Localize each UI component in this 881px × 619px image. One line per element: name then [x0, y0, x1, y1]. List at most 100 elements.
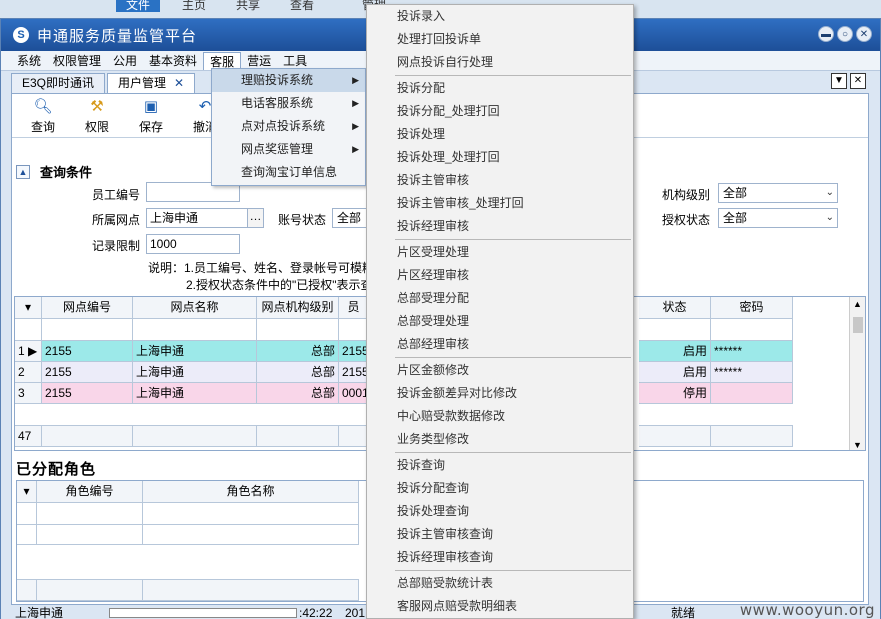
- scroll-down-icon[interactable]: ▼: [853, 440, 862, 450]
- filter-cell[interactable]: [339, 319, 369, 341]
- grid-corner[interactable]: ▾: [15, 297, 42, 319]
- submenu-item[interactable]: 投诉分配_处理打回: [367, 100, 633, 123]
- submenu-item[interactable]: 投诉主管审核_处理打回: [367, 192, 633, 215]
- cell-password[interactable]: ******: [711, 362, 793, 383]
- close-icon[interactable]: ✕: [856, 26, 872, 42]
- filter-cell[interactable]: [37, 503, 143, 525]
- cell-org-level[interactable]: 总部: [257, 362, 339, 383]
- submenu-item[interactable]: 总部赔受款统计表: [367, 572, 633, 595]
- menu-basic-data[interactable]: 基本资料: [143, 52, 203, 70]
- filter-cell[interactable]: [257, 319, 339, 341]
- maximize-icon[interactable]: ○: [837, 26, 853, 42]
- permission-button[interactable]: ⚒ 权限: [70, 94, 124, 138]
- submenu-item[interactable]: 总部受理处理: [367, 310, 633, 333]
- account-status-select[interactable]: 全部: [332, 208, 368, 228]
- cell-branch-name[interactable]: 上海申通: [133, 383, 257, 404]
- submenu-item[interactable]: 投诉处理: [367, 123, 633, 146]
- menu-tools[interactable]: 工具: [277, 52, 313, 70]
- save-button[interactable]: ▣ 保存: [124, 94, 178, 138]
- submenu-item[interactable]: 投诉录入: [367, 5, 633, 28]
- filter-cell[interactable]: [143, 503, 359, 525]
- menu-item-phone-service[interactable]: 电话客服系统 ▶: [212, 92, 365, 115]
- tab-e3q[interactable]: E3Q即时通讯: [11, 73, 106, 93]
- auth-status-select[interactable]: 全部 ⌄: [718, 208, 838, 228]
- menu-item-p2p-complaint[interactable]: 点对点投诉系统 ▶: [212, 115, 365, 138]
- cell-status[interactable]: 启用: [639, 341, 711, 362]
- submenu-item[interactable]: 投诉分配: [367, 77, 633, 100]
- submenu-item[interactable]: 业务类型修改: [367, 428, 633, 451]
- minimize-icon[interactable]: ▬: [818, 26, 834, 42]
- cell-password[interactable]: [711, 383, 793, 404]
- cell-employee[interactable]: 2155: [339, 362, 369, 383]
- col-password[interactable]: 密码: [711, 297, 793, 319]
- col-branch-name[interactable]: 网点名称: [133, 297, 257, 319]
- submenu-item[interactable]: 总部经理审核: [367, 333, 633, 356]
- row-indicator[interactable]: 3: [15, 383, 42, 404]
- grid-corner[interactable]: ▾: [17, 481, 37, 503]
- org-level-select[interactable]: 全部 ⌄: [718, 183, 838, 203]
- cell-employee[interactable]: 2155: [339, 341, 369, 362]
- cell-branch-name[interactable]: 上海申通: [133, 341, 257, 362]
- cell-status[interactable]: 启用: [639, 362, 711, 383]
- menu-item-taobao-order[interactable]: 查询淘宝订单信息: [212, 161, 365, 184]
- collapse-icon[interactable]: ▲: [16, 164, 30, 179]
- submenu-item[interactable]: 片区受理处理: [367, 241, 633, 264]
- submenu-item[interactable]: 投诉主管审核查询: [367, 523, 633, 546]
- col-org-level[interactable]: 网点机构级别: [257, 297, 339, 319]
- cell-branch-code[interactable]: 2155: [42, 383, 133, 404]
- tab-user-management[interactable]: 用户管理 ✕: [107, 73, 196, 93]
- submenu-item[interactable]: 片区金额修改: [367, 359, 633, 382]
- record-limit-input[interactable]: 1000: [146, 234, 240, 254]
- browse-icon[interactable]: …: [247, 209, 263, 227]
- col-role-name[interactable]: 角色名称: [143, 481, 359, 503]
- cell-branch-name[interactable]: 上海申通: [133, 362, 257, 383]
- scroll-thumb[interactable]: [853, 317, 863, 333]
- cell-branch-code[interactable]: 2155: [42, 341, 133, 362]
- cell-org-level[interactable]: 总部: [257, 383, 339, 404]
- tab-close-icon[interactable]: ✕: [174, 76, 184, 90]
- menu-item-branch-reward[interactable]: 网点奖惩管理 ▶: [212, 138, 365, 161]
- cell-org-level[interactable]: 总部: [257, 341, 339, 362]
- submenu-item[interactable]: 投诉处理_处理打回: [367, 146, 633, 169]
- tab-close-all-icon[interactable]: ✕: [850, 73, 866, 89]
- submenu-item[interactable]: 总部受理分配: [367, 287, 633, 310]
- vertical-scrollbar[interactable]: ▲ ▼: [849, 297, 865, 450]
- filter-cell[interactable]: [711, 319, 793, 341]
- branch-input[interactable]: 上海申通 …: [146, 208, 264, 228]
- row-indicator[interactable]: 2: [15, 362, 42, 383]
- filter-cell[interactable]: [42, 319, 133, 341]
- submenu-item[interactable]: 投诉查询: [367, 454, 633, 477]
- cell-status[interactable]: 停用: [639, 383, 711, 404]
- submenu-item[interactable]: 投诉经理审核查询: [367, 546, 633, 569]
- col-status[interactable]: 状态: [639, 297, 711, 319]
- menu-operation[interactable]: 营运: [241, 52, 277, 70]
- submenu-item[interactable]: 投诉分配查询: [367, 477, 633, 500]
- bg-tab-home[interactable]: 主页: [172, 0, 216, 12]
- cell-employee[interactable]: 0001: [339, 383, 369, 404]
- submenu-item[interactable]: 处理打回投诉单: [367, 28, 633, 51]
- scroll-up-icon[interactable]: ▲: [853, 299, 862, 309]
- bg-tab-share[interactable]: 共享: [226, 0, 270, 12]
- filter-cell[interactable]: [133, 319, 257, 341]
- row-indicator[interactable]: 1 ▶: [15, 341, 42, 362]
- menu-customer-service[interactable]: 客服: [203, 51, 242, 70]
- cell-password[interactable]: ******: [711, 341, 793, 362]
- cell-branch-code[interactable]: 2155: [42, 362, 133, 383]
- bg-tab-view[interactable]: 查看: [280, 0, 324, 12]
- submenu-item[interactable]: 投诉经理审核: [367, 215, 633, 238]
- col-branch-code[interactable]: 网点编号: [42, 297, 133, 319]
- submenu-item[interactable]: 网点投诉自行处理: [367, 51, 633, 74]
- submenu-item[interactable]: 投诉金额差异对比修改: [367, 382, 633, 405]
- bg-tab-file[interactable]: 文件: [116, 0, 161, 12]
- menu-system[interactable]: 系统: [11, 52, 47, 70]
- submenu-item[interactable]: 片区经理审核: [367, 264, 633, 287]
- submenu-item[interactable]: 投诉主管审核: [367, 169, 633, 192]
- query-button[interactable]: 🔍︎ 查询: [16, 94, 70, 138]
- submenu-item[interactable]: 投诉处理查询: [367, 500, 633, 523]
- menu-common[interactable]: 公用: [107, 52, 143, 70]
- submenu-item[interactable]: 中心赔受款数据修改: [367, 405, 633, 428]
- filter-cell[interactable]: [639, 319, 711, 341]
- menu-item-claims-complaint[interactable]: 理赔投诉系统 ▶: [212, 69, 365, 92]
- tab-list-icon[interactable]: ▼: [831, 73, 847, 89]
- submenu-item[interactable]: 客服网点赔受款明细表: [367, 595, 633, 618]
